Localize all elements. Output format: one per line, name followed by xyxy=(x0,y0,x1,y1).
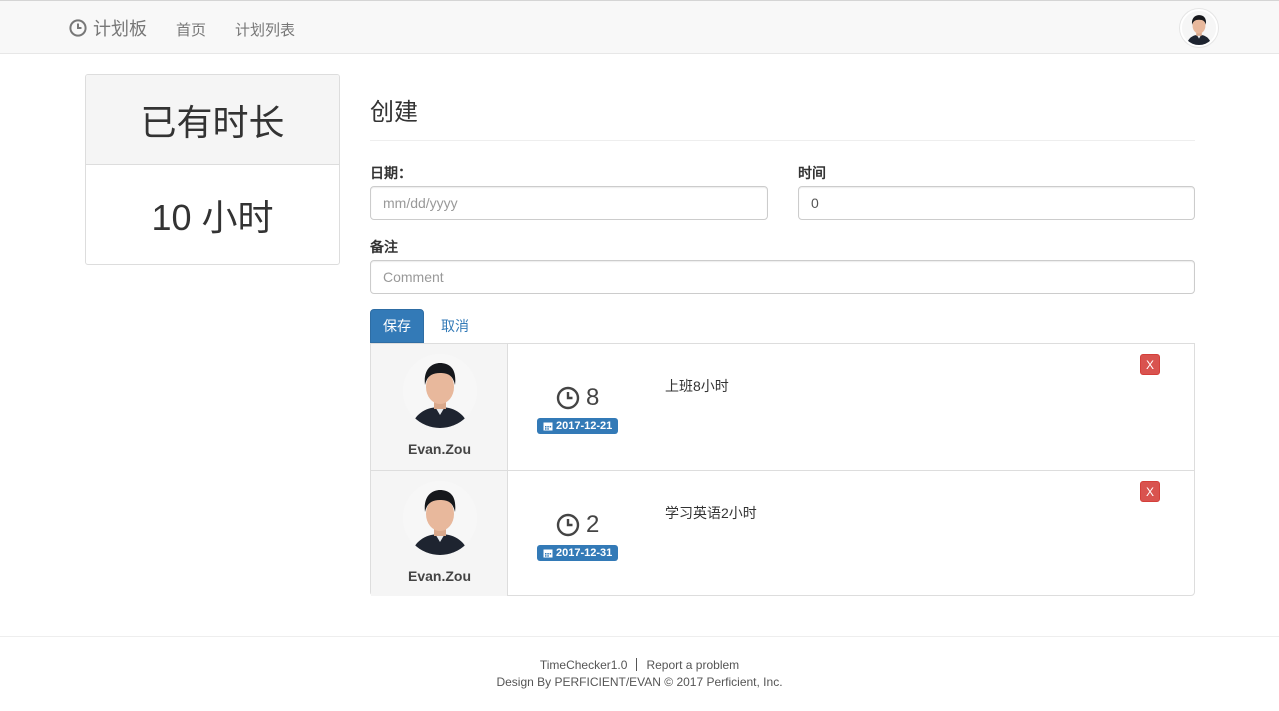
record-user-name: Evan.Zou xyxy=(407,441,471,457)
record-hours: 2 xyxy=(556,511,599,539)
comment-label: 备注 xyxy=(370,239,398,255)
record-user-cell: Evan.Zou xyxy=(371,344,508,470)
record-user-name: Evan.Zou xyxy=(407,568,471,584)
record-user-cell: Evan.Zou xyxy=(371,471,508,596)
record-comment: 上班8小时 xyxy=(665,378,729,394)
clock-icon xyxy=(556,386,580,410)
top-navbar: 计划板 首页 计划列表 xyxy=(0,0,1279,54)
record-hours-value: 8 xyxy=(586,384,600,411)
date-input[interactable] xyxy=(370,186,768,220)
record-date-value: 2017-12-21 xyxy=(556,420,613,432)
calendar-icon xyxy=(543,422,553,431)
avatar xyxy=(403,354,477,428)
record-comment: 学习英语2小时 xyxy=(665,505,757,521)
list-item: Evan.Zou 8 2017-12-21 上班8小时 X xyxy=(371,344,1194,470)
nav-item-home[interactable]: 首页 xyxy=(176,19,206,40)
cancel-button[interactable]: 取消 xyxy=(434,309,476,343)
record-hours-value: 2 xyxy=(586,511,600,538)
app-version: TimeChecker1.0 xyxy=(539,658,628,672)
footer: TimeChecker1.0 Report a problem Design By… xyxy=(0,636,1279,711)
time-label: 时间 xyxy=(798,165,826,181)
footer-links: TimeChecker1.0 Report a problem xyxy=(0,658,1279,672)
divider xyxy=(370,140,1195,141)
avatar-image xyxy=(1182,11,1216,45)
save-button[interactable]: 保存 xyxy=(370,309,424,343)
total-hours-heading: 已有时长 xyxy=(86,75,339,165)
delete-button[interactable]: X xyxy=(1140,481,1160,502)
nav-item-plan-list[interactable]: 计划列表 xyxy=(235,19,295,40)
clock-icon xyxy=(556,513,580,537)
avatar xyxy=(403,481,477,555)
total-hours-panel: 已有时长 10 小时 xyxy=(85,74,340,265)
brand-link[interactable]: 计划板 xyxy=(69,17,147,39)
date-badge: 2017-12-21 xyxy=(537,418,619,434)
list-item: Evan.Zou 2 2017-12-31 学习英语2小时 X xyxy=(371,470,1194,596)
delete-button[interactable]: X xyxy=(1140,354,1160,375)
comment-input[interactable] xyxy=(370,260,1195,294)
time-input[interactable] xyxy=(798,186,1195,220)
user-avatar[interactable] xyxy=(1180,9,1218,47)
date-label: 日期： xyxy=(370,165,412,181)
report-problem-link[interactable]: Report a problem xyxy=(646,658,739,672)
date-badge: 2017-12-31 xyxy=(537,545,619,561)
record-hours: 8 xyxy=(556,384,599,412)
brand-label: 计划板 xyxy=(93,19,147,39)
clock-icon xyxy=(69,19,87,37)
record-date-value: 2017-12-31 xyxy=(556,547,613,559)
records-list: Evan.Zou 8 2017-12-21 上班8小时 X Evan.Zou 2… xyxy=(370,343,1195,596)
footer-credits: Design By PERFICIENT/EVAN © 2017 Perfici… xyxy=(496,675,783,689)
footer-separator xyxy=(636,658,638,671)
total-hours-value: 10 小时 xyxy=(151,197,274,238)
create-title: 创建 xyxy=(370,99,418,126)
calendar-icon xyxy=(543,549,553,558)
